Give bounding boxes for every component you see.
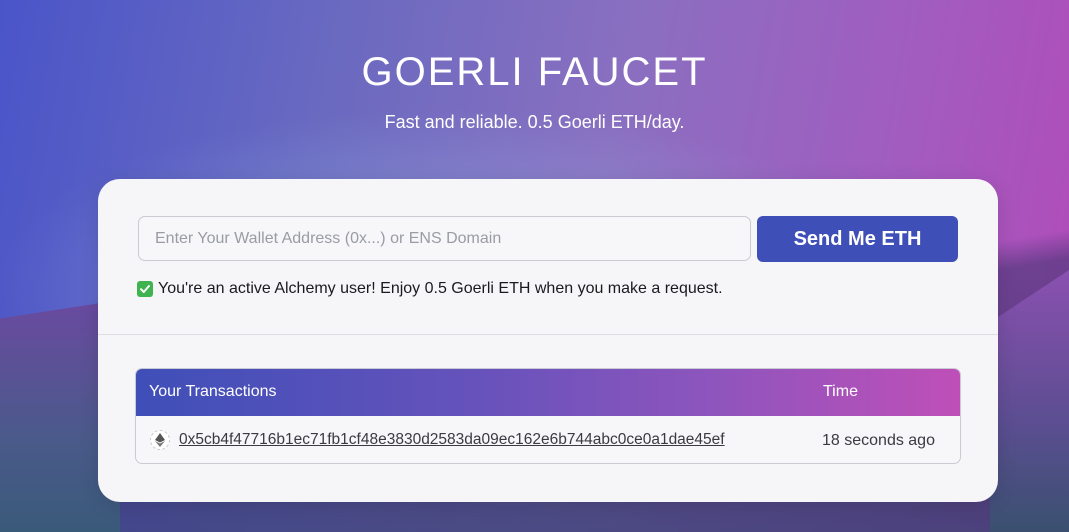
table-row: 0x5cb4f47716b1ec71fb1cf48e3830d2583da09e… [136,416,960,463]
background-shape-right [990,270,1069,532]
check-icon [137,281,153,297]
transaction-time: 18 seconds ago [822,432,935,449]
send-eth-button[interactable]: Send Me ETH [757,216,958,262]
column-header-transactions: Your Transactions [149,383,277,400]
ethereum-icon [150,430,170,450]
faucet-card: Send Me ETH You're an active Alchemy use… [98,179,998,502]
transactions-table: Your Transactions Time 0x5cb4f47716b1ec7… [135,368,961,464]
column-header-time: Time [823,383,858,400]
card-divider [98,334,998,335]
active-user-notice: You're an active Alchemy user! Enjoy 0.5… [137,280,723,298]
transactions-header: Your Transactions Time [136,369,960,416]
transaction-hash-link[interactable]: 0x5cb4f47716b1ec71fb1cf48e3830d2583da09e… [179,431,725,449]
wallet-address-input[interactable] [138,216,751,261]
page-title: GOERLI FAUCET [361,50,708,94]
page-subtitle: Fast and reliable. 0.5 Goerli ETH/day. [384,112,685,132]
notice-text: You're an active Alchemy user! Enjoy 0.5… [158,280,723,297]
